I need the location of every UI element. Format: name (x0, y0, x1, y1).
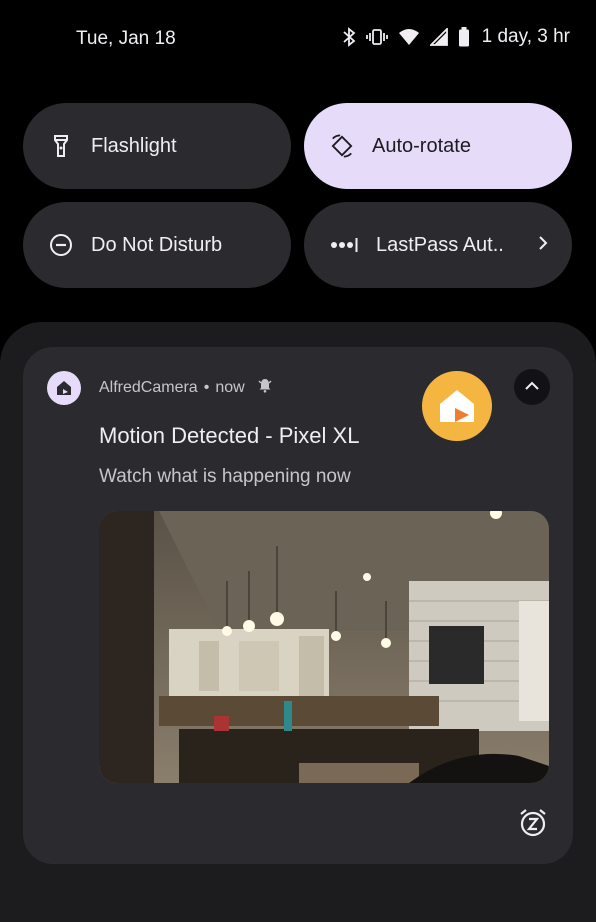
chevron-right-icon[interactable] (538, 234, 548, 258)
notification-text: Watch what is happening now (99, 466, 351, 487)
tile-label: Do Not Disturb (91, 233, 223, 256)
notification-time: now (215, 378, 245, 396)
notification-title: Motion Detected - Pixel XL (99, 423, 360, 448)
expand-collapse-icon (524, 378, 540, 396)
notification-card[interactable]: AlfredCamera • now Motion Detected - Pix… (23, 347, 573, 864)
notification-header: AlfredCamera • now (99, 377, 273, 398)
do-not-disturb-icon (49, 233, 73, 257)
date-label: Tue, Jan 18 (76, 28, 176, 49)
vibrate-icon (365, 28, 388, 46)
kitchen-photo[interactable] (99, 511, 549, 783)
flashlight-icon (49, 134, 73, 158)
separator: • (203, 378, 210, 396)
tile-label: Auto-rotate (372, 134, 471, 157)
tile-flashlight[interactable]: Flashlight (23, 103, 291, 189)
auto-rotate-icon (330, 134, 354, 158)
bluetooth-icon (342, 27, 356, 47)
app-name: AlfredCamera (99, 378, 198, 396)
wifi-icon (398, 28, 420, 46)
collapse-button[interactable] (514, 369, 550, 405)
lastpass-icon (330, 233, 358, 257)
alfred-large-icon (422, 371, 492, 441)
alert-bell-icon (257, 377, 273, 398)
status-icons: 1 day, 3 hr (342, 26, 570, 48)
tile-lastpass[interactable]: LastPass Aut.. (304, 202, 572, 288)
tile-auto-rotate[interactable]: Auto-rotate (304, 103, 572, 189)
snooze-button[interactable] (515, 807, 551, 843)
snooze-icon (518, 808, 548, 843)
status-bar: Tue, Jan 18 1 day, 3 hr (0, 0, 596, 80)
battery-icon (458, 27, 470, 47)
tile-do-not-disturb[interactable]: Do Not Disturb (23, 202, 291, 288)
tile-label: Flashlight (91, 134, 177, 157)
battery-text: 1 day, 3 hr (481, 26, 570, 47)
alfred-app-icon (47, 371, 81, 405)
tile-label: LastPass Aut.. (376, 233, 504, 256)
cell-signal-icon (429, 28, 448, 46)
